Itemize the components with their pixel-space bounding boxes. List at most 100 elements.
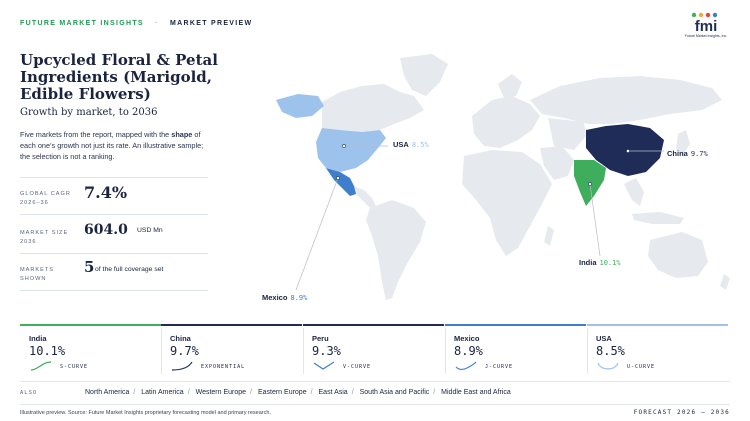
marker-mexico (336, 176, 340, 180)
map-label-name: Mexico (262, 293, 288, 302)
stat-label: GLOBAL CAGR 2026–36 (20, 191, 71, 206)
land-russia (530, 76, 722, 124)
map-label-name: USA (393, 140, 409, 149)
map-label-pct: 9.7% (690, 150, 708, 158)
u-curve-icon (597, 362, 619, 370)
land-greenland (400, 54, 448, 96)
map-land (322, 54, 730, 300)
leader-india (589, 183, 601, 257)
page-subtitle: Growth by market, to 2036 (20, 107, 158, 118)
region-separator: / (351, 389, 354, 396)
market-card-india[interactable]: India 10.1% S-CURVE (20, 324, 161, 376)
brand-name: FUTURE MARKET INSIGHTS (20, 20, 144, 27)
card-country: USA (596, 334, 612, 343)
market-card-china[interactable]: China 9.7% EXPONENTIAL (161, 324, 302, 376)
header-separator: · (155, 20, 159, 27)
region-separator: / (187, 389, 190, 396)
card-accent-bar (20, 324, 161, 326)
leader-mexico (295, 177, 339, 291)
region-separator: / (250, 389, 252, 396)
region-link-western-europe[interactable]: Western Europe (196, 389, 246, 396)
region-link-north-america[interactable]: North America (85, 389, 129, 396)
region-separator: / (133, 389, 136, 396)
land-central-america (354, 186, 376, 208)
land-africa (462, 150, 552, 256)
stat-label: MARKETS SHOWN (20, 267, 55, 282)
stat-value: 604.0 (84, 222, 128, 238)
region-link-east-asia[interactable]: East Asia (319, 389, 348, 396)
land-indonesia (632, 212, 684, 224)
map-label-pct: 8.9% (290, 294, 308, 302)
stat-markets-shown: MARKETS SHOWN 5 of the full coverage set (20, 253, 208, 291)
intro-text-before: Five markets from the report, mapped wit… (20, 130, 172, 139)
stat-market-size: MARKET SIZE 2036 604.0 USD Mn (20, 214, 208, 251)
market-card-peru[interactable]: Peru 9.3% V-CURVE (303, 324, 444, 376)
marker-india (588, 182, 592, 186)
land-australia (648, 232, 708, 278)
also-label: ALSO (20, 390, 38, 396)
map-label-china: China 9.7% (667, 149, 708, 158)
region-link-middle-east-africa[interactable]: Middle East and Africa (441, 389, 511, 396)
v-curve-icon (313, 361, 335, 370)
region-mexico (326, 168, 356, 196)
card-growth-shape: U-CURVE (627, 364, 656, 370)
card-divider (303, 328, 304, 374)
page-title: Upcycled Floral & Petal Ingredients (Mar… (20, 51, 218, 103)
top-bar: FUTURE MARKET INSIGHTS · MARKET PREVIEW (20, 20, 252, 27)
card-accent-bar (445, 324, 586, 326)
map-label-india: India 10.1% (579, 258, 621, 267)
land-new-zealand (720, 274, 730, 290)
forecast-period: FORECAST 2026 – 2036 (633, 409, 730, 416)
stat-value: 7.4% (84, 183, 128, 202)
card-country: Peru (312, 334, 329, 343)
card-accent-bar (587, 324, 728, 326)
map-label-usa: USA 8.5% (393, 140, 429, 149)
card-cagr: 10.1% (29, 344, 66, 358)
market-cards: India 10.1% S-CURVE China 9.7% EXPONENTI… (20, 324, 730, 376)
region-link-latin-america[interactable]: Latin America (141, 389, 183, 396)
region-link-south-asia-pacific[interactable]: South Asia and Pacific (360, 389, 430, 396)
stat-unit: of the full coverage set (95, 266, 164, 273)
stat-global-cagr: GLOBAL CAGR 2026–36 7.4% (20, 177, 208, 208)
j-curve-icon (455, 361, 477, 370)
region-usa (316, 128, 386, 172)
card-accent-bar (161, 324, 302, 326)
card-growth-shape: V-CURVE (343, 364, 372, 370)
region-separator: / (433, 389, 436, 396)
map-label-name: India (579, 258, 597, 267)
card-country: Mexico (454, 334, 480, 343)
fmi-logo[interactable]: fmi Future Market Insights, Inc. (684, 12, 728, 42)
card-accent-bar (303, 324, 444, 326)
market-card-usa[interactable]: USA 8.5% U-CURVE (587, 324, 728, 376)
card-country: China (170, 334, 191, 343)
svg-text:fmi: fmi (695, 18, 718, 34)
land-southeast-asia (624, 178, 644, 206)
card-divider (161, 328, 162, 374)
exponential-curve-icon (171, 361, 193, 371)
land-south-america (366, 200, 426, 300)
market-card-mexico[interactable]: Mexico 8.9% J-CURVE (445, 324, 586, 376)
intro-text-bold: shape (171, 130, 193, 139)
card-cagr: 9.7% (170, 344, 199, 358)
card-divider (587, 328, 588, 374)
region-link-eastern-europe[interactable]: Eastern Europe (258, 389, 307, 396)
marker-usa (342, 144, 346, 148)
source-note: Illustrative preview. Source: Future Mar… (20, 410, 271, 416)
logo-caption: Future Market Insights, Inc. (684, 34, 728, 38)
card-cagr: 8.5% (596, 344, 625, 358)
land-canada (322, 84, 424, 132)
region-alaska (276, 94, 324, 118)
fmi-logo-mark: fmi (691, 12, 718, 35)
world-map (276, 54, 730, 300)
card-growth-shape: J-CURVE (485, 364, 514, 370)
section-label: MARKET PREVIEW (170, 20, 253, 27)
map-label-pct: 8.5% (411, 141, 429, 149)
land-scandinavia (498, 74, 522, 98)
card-country: India (29, 334, 47, 343)
card-growth-shape: S-CURVE (60, 364, 89, 370)
card-cagr: 9.3% (312, 344, 341, 358)
map-label-name: China (667, 149, 688, 158)
land-europe (472, 96, 540, 148)
stat-label: MARKET SIZE 2036 (20, 230, 69, 245)
region-links: North America / Latin America / Western Eu… (85, 389, 511, 396)
